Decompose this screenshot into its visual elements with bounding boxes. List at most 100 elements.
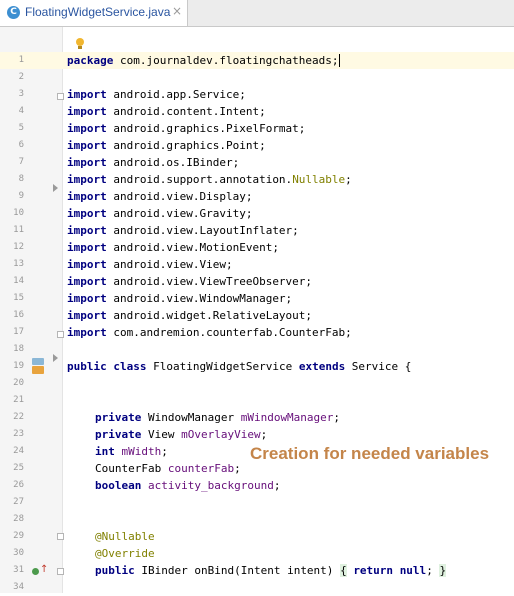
- line-number: 15: [13, 293, 24, 303]
- import-line[interactable]: import android.app.Service;: [67, 86, 246, 103]
- import-line[interactable]: import android.view.WindowManager;: [67, 290, 292, 307]
- import-path: android.support.annotation.: [106, 173, 293, 186]
- import-line[interactable]: import android.widget.RelativeLayout;: [67, 307, 312, 324]
- line-number: 31: [13, 565, 24, 575]
- line-number: 24: [13, 446, 24, 456]
- import-keyword: import: [67, 105, 107, 118]
- line-number: 10: [13, 208, 24, 218]
- code-line-23[interactable]: private View mOverlayView;: [95, 426, 267, 443]
- import-path: android.graphics.Point;: [106, 139, 266, 152]
- import-path: android.view.LayoutInflater;: [106, 224, 299, 237]
- import-keyword: import: [67, 139, 107, 152]
- import-line[interactable]: import android.support.annotation.Nullab…: [67, 171, 352, 188]
- import-path: android.app.Service;: [106, 88, 246, 101]
- line-number: 21: [13, 395, 24, 405]
- tab-label: FloatingWidgetService.java: [25, 5, 171, 19]
- import-path: android.content.Intent;: [106, 105, 266, 118]
- import-keyword: import: [67, 292, 107, 305]
- line-number: 25: [13, 463, 24, 473]
- import-line[interactable]: import android.graphics.PixelFormat;: [67, 120, 305, 137]
- class-gutter-icon: [32, 358, 44, 365]
- java-class-icon: C: [7, 6, 20, 19]
- code-line-26[interactable]: boolean activity_background;: [95, 477, 280, 494]
- line-number: 8: [18, 174, 24, 184]
- code-line-30[interactable]: @Override: [95, 545, 155, 562]
- code-line-22[interactable]: private WindowManager mWindowManager;: [95, 409, 340, 426]
- import-keyword: import: [67, 88, 107, 101]
- lightbulb-icon[interactable]: [76, 38, 84, 46]
- fold-method-toggle[interactable]: [57, 533, 64, 540]
- line-number: 23: [13, 429, 24, 439]
- import-line[interactable]: import android.view.LayoutInflater;: [67, 222, 299, 239]
- import-line[interactable]: import android.content.Intent;: [67, 103, 266, 120]
- line-number: 34: [13, 582, 24, 592]
- import-keyword: import: [67, 258, 107, 271]
- line-number: 20: [13, 378, 24, 388]
- import-line[interactable]: import android.view.Display;: [67, 188, 252, 205]
- line-number: 2: [18, 72, 24, 82]
- import-path: android.widget.RelativeLayout;: [106, 309, 313, 322]
- code-line-19[interactable]: public class FloatingWidgetService exten…: [67, 358, 411, 375]
- tab-floating-widget-service[interactable]: C FloatingWidgetService.java ×: [0, 0, 188, 26]
- import-line[interactable]: import com.andremion.counterfab.CounterF…: [67, 324, 352, 341]
- import-path: android.view.Gravity;: [106, 207, 253, 220]
- import-keyword: import: [67, 190, 107, 203]
- line-number: 14: [13, 276, 24, 286]
- collapsed-region-icon[interactable]: [53, 354, 58, 362]
- line-number: 28: [13, 514, 24, 524]
- import-path: android.os.IBinder;: [106, 156, 240, 169]
- import-path: android.view.ViewTreeObserver;: [106, 275, 313, 288]
- import-keyword: import: [67, 207, 107, 220]
- close-tab-icon[interactable]: ×: [172, 4, 182, 18]
- line-number: 17: [13, 327, 24, 337]
- line-number: 30: [13, 548, 24, 558]
- code-line-1[interactable]: package com.journaldev.floatingchatheads…: [67, 52, 340, 69]
- line-number: 9: [18, 191, 24, 201]
- code-line-24[interactable]: int mWidth;: [95, 443, 168, 460]
- import-line[interactable]: import android.view.View;: [67, 256, 233, 273]
- annotation-caption: Creation for needed variables: [250, 444, 490, 463]
- import-line[interactable]: import android.view.Gravity;: [67, 205, 252, 222]
- expand-method-toggle[interactable]: [57, 568, 64, 575]
- line-number: 11: [13, 225, 24, 235]
- line-number: 5: [18, 123, 24, 133]
- import-keyword: import: [67, 224, 107, 237]
- line-number: 4: [18, 106, 24, 116]
- line-number: 29: [13, 531, 24, 541]
- code-line-29[interactable]: @Nullable: [95, 528, 155, 545]
- run-gutter-icon[interactable]: [32, 568, 39, 575]
- code-line-25[interactable]: CounterFab counterFab;: [95, 460, 241, 477]
- override-arrow-icon[interactable]: ↑: [40, 564, 48, 575]
- editor-tab-bar: C FloatingWidgetService.java ×: [0, 0, 514, 27]
- import-line[interactable]: import android.view.ViewTreeObserver;: [67, 273, 312, 290]
- import-keyword: import: [67, 275, 107, 288]
- import-keyword: import: [67, 309, 107, 322]
- line-number: 26: [13, 480, 24, 490]
- line-number: 27: [13, 497, 24, 507]
- import-line[interactable]: import android.os.IBinder;: [67, 154, 239, 171]
- import-keyword: import: [67, 156, 107, 169]
- code-line-31[interactable]: public IBinder onBind(Intent intent) { r…: [95, 562, 447, 579]
- import-keyword: import: [67, 326, 107, 339]
- line-number: 13: [13, 259, 24, 269]
- import-line[interactable]: import android.graphics.Point;: [67, 137, 266, 154]
- lightbulb-icon-base: [78, 46, 82, 49]
- line-number: 16: [13, 310, 24, 320]
- import-line[interactable]: import android.view.MotionEvent;: [67, 239, 279, 256]
- import-path: com.andremion.counterfab.CounterFab;: [106, 326, 352, 339]
- line-number: 1: [18, 55, 24, 65]
- fold-imports-toggle[interactable]: [57, 93, 64, 100]
- import-path: android.view.MotionEvent;: [106, 241, 279, 254]
- line-number: 12: [13, 242, 24, 252]
- nullable-import-name: Nullable: [292, 173, 346, 186]
- line-number: 3: [18, 89, 24, 99]
- overridden-methods-icon[interactable]: [32, 366, 44, 374]
- import-path: android.view.Display;: [106, 190, 253, 203]
- line-number: 7: [18, 157, 24, 167]
- gutter-separator: [62, 27, 63, 593]
- line-number: 6: [18, 140, 24, 150]
- fold-imports-end[interactable]: [57, 331, 64, 338]
- collapsed-region-icon[interactable]: [53, 184, 58, 192]
- import-keyword: import: [67, 173, 107, 186]
- import-keyword: import: [67, 241, 107, 254]
